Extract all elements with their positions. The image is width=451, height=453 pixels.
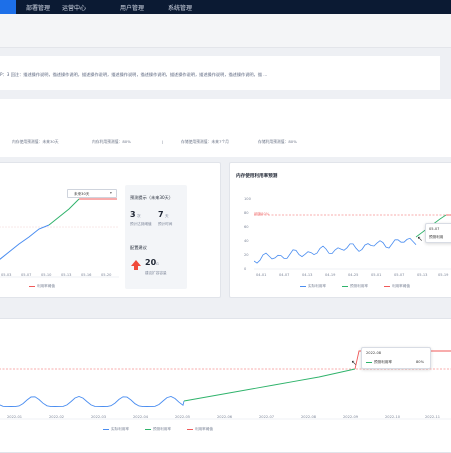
x-tick: 2022-06 <box>217 415 233 419</box>
predicted-series <box>48 198 80 226</box>
legend-predicted: 预测利用率 <box>350 284 368 288</box>
legend-threshold: 利用率阈值 <box>37 284 55 288</box>
nav-item-operation[interactable]: 运营中心 <box>62 3 86 12</box>
x-tick: 05-19 <box>438 273 449 277</box>
x-tick: 2022-07 <box>259 415 275 419</box>
mouse-cursor-icon: ↖ <box>351 359 357 367</box>
actual-series <box>254 237 417 264</box>
storage-chart-tooltip: 2022-08 预测利用率 80% <box>361 347 431 369</box>
x-tick: 2022-05 <box>175 415 191 419</box>
legend-threshold: 利用率阈值 <box>195 427 213 431</box>
x-tick: 04-01 <box>256 273 267 277</box>
prediction-summary: 内存使用预测值：未来30天 内存利用预测值：80% | 存储使用预测值：未来7个… <box>0 99 451 157</box>
x-tick: 05-13 <box>61 273 72 277</box>
x-tick: 2022-08 <box>301 415 317 419</box>
x-tick: 2022-04 <box>133 415 149 419</box>
x-tick: 04-07 <box>279 273 290 277</box>
actual-series <box>0 396 185 408</box>
x-tick: 2022-09 <box>343 415 359 419</box>
nav-active-indicator <box>0 0 16 14</box>
nav-item-users[interactable]: 用户管理 <box>120 3 144 12</box>
forecast-count1: 3 <box>130 210 136 219</box>
mouse-cursor-icon: ↖ <box>417 235 423 243</box>
trend-chart <box>0 198 119 278</box>
top-navbar: 部署管理 运营中心 用户管理 系统管理 <box>0 0 451 14</box>
forecast-count2-label: 预计时间 <box>158 222 173 226</box>
stat-memory-rate: 内存利用预测值：80% <box>92 139 131 144</box>
x-tick: 2022-01 <box>7 415 23 419</box>
x-tick: 04-25 <box>348 273 359 277</box>
storage-forecast-card: 2022-01 2022-02 2022-03 2022-04 2022-05 … <box>0 318 451 453</box>
y-tick: 40 <box>244 239 249 243</box>
x-tick: 05-20 <box>101 273 112 277</box>
forecast-count2: 7 <box>158 210 164 219</box>
y-tick: 80 <box>244 211 249 215</box>
legend-actual-swatch <box>300 286 306 287</box>
forecast-count1-unit: 次 <box>137 214 141 218</box>
x-tick: 05-10 <box>41 273 52 277</box>
y-tick: 0 <box>244 267 247 271</box>
legend-predicted-swatch <box>145 429 151 430</box>
legend-actual: 实际利用率 <box>111 427 129 431</box>
stat-divider: | <box>162 139 164 144</box>
legend-predicted: 预测利用率 <box>153 427 171 431</box>
legend-actual-swatch <box>103 429 109 430</box>
page-header <box>0 14 451 48</box>
tooltip-label: 预测利用 <box>429 235 444 239</box>
advice-unit: G <box>156 262 159 266</box>
x-tick: 2022-02 <box>49 415 65 419</box>
advice-value: 20 <box>145 258 157 267</box>
memory-chart-tooltip: 05-07 预测利用 <box>425 223 451 243</box>
nav-item-deploy[interactable]: 部署管理 <box>26 3 50 12</box>
arrow-up-icon <box>131 260 141 270</box>
legend-predicted-swatch <box>342 286 348 287</box>
x-tick: 05-13 <box>417 273 428 277</box>
tooltip-value: 80% <box>416 360 424 364</box>
x-tick: 05-01 <box>371 273 382 277</box>
stat-storage-range: 存储使用预测值：未来7个月 <box>181 139 229 144</box>
tooltip-date: 2022-08 <box>366 351 382 355</box>
x-tick: 05-07 <box>394 273 405 277</box>
tooltip-date: 05-07 <box>429 227 440 231</box>
notice-text: P：3 回注：描述操作说明，描述操作说明，描述操作说明，描述操作说明，描述操作说… <box>0 72 268 77</box>
trend-card: 未来30天 ▾ 05-03 05-07 05-10 05-13 05-16 05… <box>0 162 221 298</box>
range-dropdown-value: 未来30天 <box>74 191 90 196</box>
x-tick: 04-19 <box>325 273 336 277</box>
memory-chart-title: 内存使用利用率预测 <box>236 174 278 179</box>
legend-threshold-swatch <box>384 286 390 287</box>
y-tick: 60 <box>244 225 249 229</box>
nav-item-system[interactable]: 系统管理 <box>168 3 192 12</box>
stat-memory-range: 内存使用预测值：未来30天 <box>12 139 59 144</box>
advice-label: 建议扩容容量 <box>145 271 167 275</box>
memory-forecast-card: 内存使用利用率预测 100 80 60 40 20 0 阈值80% 04-01 … <box>229 162 451 298</box>
x-tick: 05-07 <box>21 273 32 277</box>
x-tick: 2022-11 <box>425 415 441 419</box>
x-tick: 04-13 <box>302 273 313 277</box>
forecast-box: 预测提示（未来30天） 3 次 预计达到阈值 7 天 预计时间 配置建议 20 … <box>125 185 187 289</box>
tooltip-label: 预测利用率 <box>374 360 392 364</box>
x-tick: 05-16 <box>81 273 92 277</box>
legend-threshold-swatch <box>187 429 193 430</box>
forecast-count1-label: 预计达到阈值 <box>130 222 152 226</box>
forecast-count2-unit: 天 <box>165 214 169 218</box>
memory-chart-plot <box>254 214 451 270</box>
stat-storage-rate: 存储利用预测值：80% <box>258 139 297 144</box>
tooltip-swatch <box>366 362 372 363</box>
y-tick: 20 <box>244 253 249 257</box>
x-tick: 05-03 <box>1 273 12 277</box>
x-tick: 2022-03 <box>91 415 107 419</box>
forecast-title: 预测提示（未来30天） <box>130 195 174 200</box>
notice-banner: P：3 回注：描述操作说明，描述操作说明，描述操作说明，描述操作说明，描述操作说… <box>0 56 440 90</box>
legend-threshold-swatch <box>29 286 35 287</box>
legend-threshold: 利用率阈值 <box>392 284 410 288</box>
x-tick: 2022-10 <box>385 415 401 419</box>
y-tick: 100 <box>244 197 251 201</box>
actual-series <box>0 224 50 260</box>
chevron-down-icon: ▾ <box>110 191 112 195</box>
predicted-series <box>183 368 356 402</box>
legend-actual: 实际利用率 <box>308 284 326 288</box>
advice-title: 配置建议 <box>130 245 147 250</box>
